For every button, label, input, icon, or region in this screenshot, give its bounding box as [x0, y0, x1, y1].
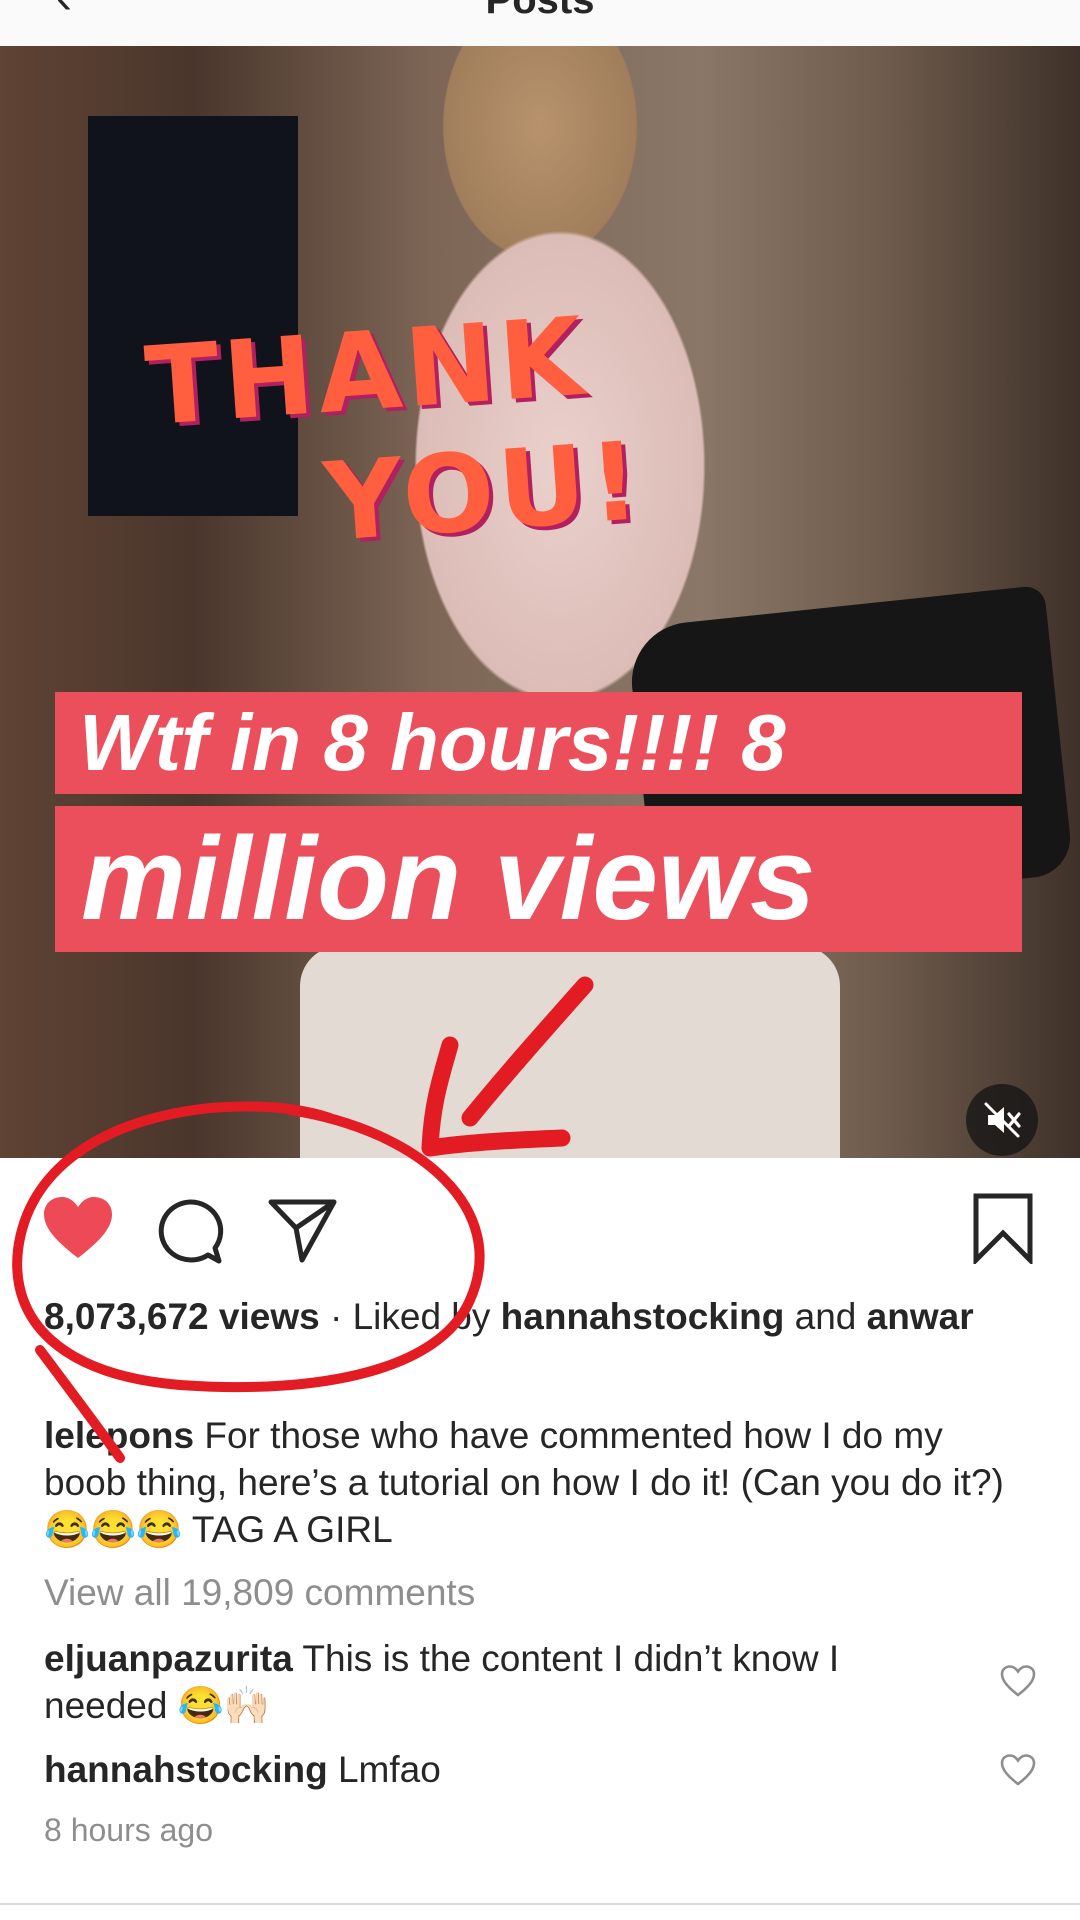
liked-by-label: Liked by — [352, 1296, 491, 1337]
video-figure-pants — [300, 946, 840, 1158]
comment-username[interactable]: eljuanpazurita — [44, 1638, 293, 1679]
page-title: Posts — [485, 0, 595, 22]
divider — [0, 1903, 1080, 1905]
comment-bubble-icon — [158, 1199, 224, 1264]
comment-like-button[interactable] — [1000, 1665, 1036, 1702]
comment-like-button[interactable] — [1000, 1754, 1036, 1791]
post-video[interactable]: THANK YOU! Wtf in 8 hours!!!! 8 million … — [0, 46, 1080, 1158]
heart-outline-icon — [1000, 1754, 1036, 1786]
and-label: and — [794, 1296, 857, 1337]
like-button[interactable] — [42, 1196, 114, 1267]
comment-text: Lmfao — [337, 1749, 441, 1790]
save-button[interactable] — [972, 1192, 1034, 1269]
video-caption-line-1: Wtf in 8 hours!!!! 8 — [55, 692, 1022, 794]
bookmark-icon — [973, 1193, 1033, 1267]
view-count[interactable]: 8,073,672 views — [44, 1296, 320, 1337]
comment-item: hannahstocking Lmfao — [44, 1746, 964, 1793]
thank-you-sticker: THANK YOU! — [142, 288, 679, 580]
speaker-muted-icon — [984, 1102, 1021, 1138]
mute-button[interactable] — [966, 1084, 1038, 1156]
caption-username[interactable]: lelepons — [44, 1415, 194, 1456]
heart-filled-icon — [44, 1197, 112, 1258]
view-all-comments-link[interactable]: View all 19,809 comments — [44, 1569, 1024, 1616]
views-and-likes: 8,073,672 views · Liked by hannahstockin… — [44, 1293, 1024, 1340]
post-action-bar — [0, 1158, 1080, 1298]
comment-item: eljuanpazurita This is the content I did… — [44, 1635, 964, 1729]
heart-outline-icon — [1000, 1665, 1036, 1697]
post-timestamp: 8 hours ago — [44, 1812, 214, 1848]
comment-button[interactable] — [156, 1198, 224, 1271]
top-navigation-bar: ‹ Posts — [0, 0, 1080, 47]
post-caption: lelepons For those who have commented ho… — [44, 1412, 1024, 1553]
separator-dot: · — [329, 1296, 343, 1337]
liked-by-username[interactable]: hannahstocking — [501, 1296, 785, 1337]
comment-username[interactable]: hannahstocking — [44, 1749, 328, 1790]
paper-plane-icon — [268, 1199, 337, 1263]
liked-by-others[interactable]: anwar — [867, 1296, 974, 1337]
share-button[interactable] — [268, 1196, 338, 1269]
video-caption-line-2: million views — [55, 806, 1022, 952]
